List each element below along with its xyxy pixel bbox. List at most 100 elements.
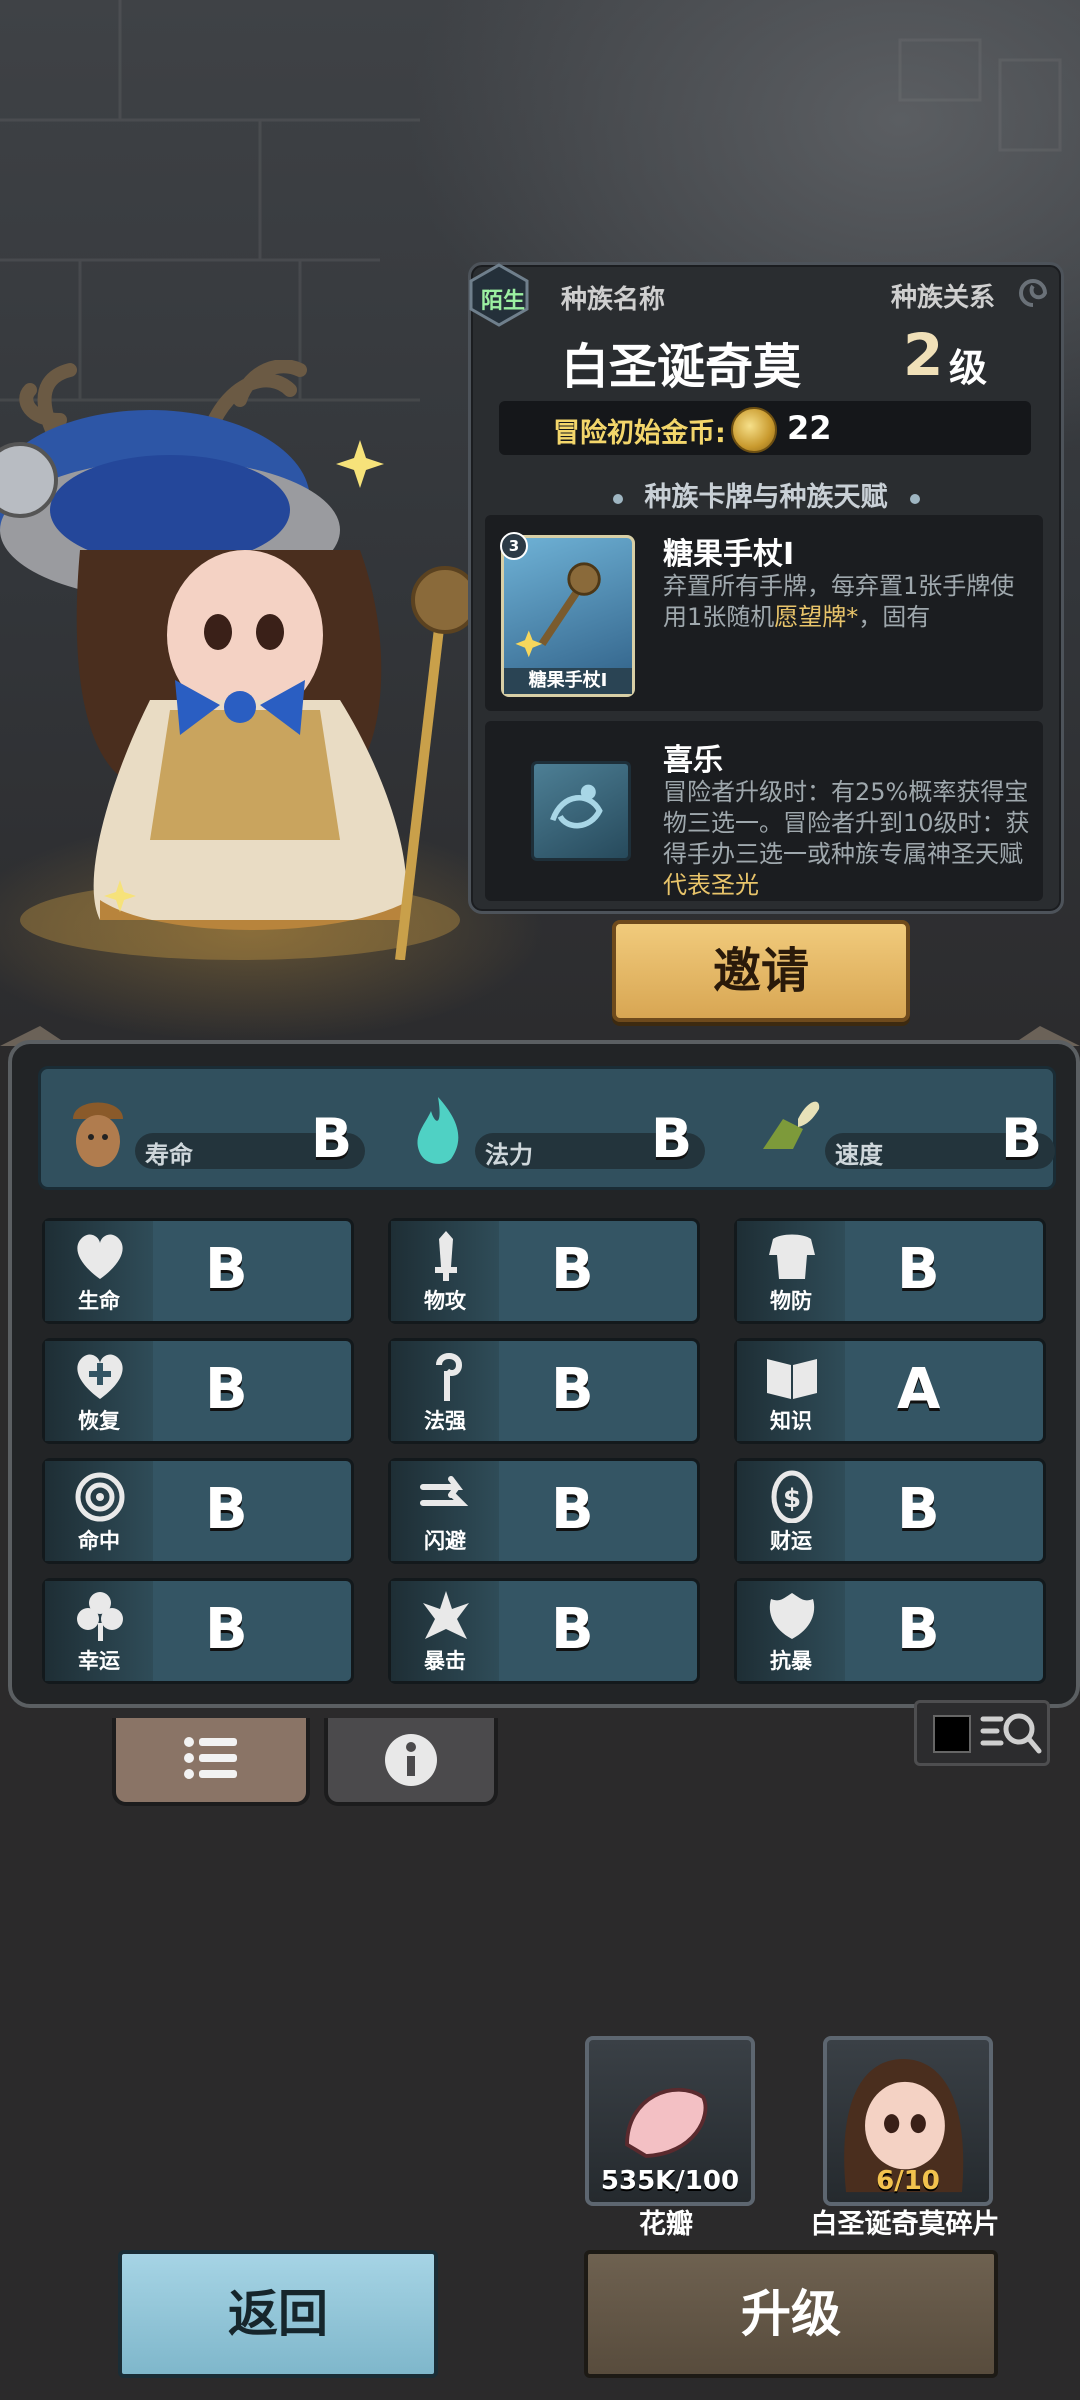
upgrade-button[interactable]: 升级 bbox=[584, 2250, 998, 2378]
stat-label: 法强 bbox=[424, 1409, 466, 1433]
race-info-panel: 陌生 种族名称 种族关系 白圣诞奇莫 2 级 冒险初始金币: 22 种族卡牌与种… bbox=[468, 262, 1064, 914]
tab-list[interactable] bbox=[112, 1718, 310, 1806]
stat-grade: B bbox=[551, 1357, 594, 1422]
stat-grade: B bbox=[205, 1477, 248, 1542]
stat-grade: B bbox=[897, 1597, 940, 1662]
stat-speed: 速度 B bbox=[753, 1089, 1073, 1170]
stat-grade: B bbox=[205, 1237, 248, 1302]
stat-grade: B bbox=[311, 1107, 353, 1170]
winged-boot-icon bbox=[763, 1101, 820, 1149]
crit-burst-icon bbox=[423, 1591, 469, 1639]
reward-name: 白圣诞奇莫碎片 bbox=[810, 2209, 1000, 2240]
dot-icon bbox=[909, 493, 920, 504]
blue-flame-icon bbox=[417, 1097, 459, 1164]
filter-toggle[interactable] bbox=[914, 1700, 1050, 1766]
stat-label: 速度 bbox=[835, 1141, 883, 1169]
stat-grade: B bbox=[651, 1107, 693, 1170]
reward-name: 花瓣 bbox=[639, 2209, 693, 2240]
stat-regen: 恢复 B bbox=[42, 1338, 354, 1444]
race-name-label: 种族名称 bbox=[561, 285, 666, 315]
stat-label: 知识 bbox=[770, 1409, 812, 1433]
armor-icon bbox=[769, 1234, 815, 1279]
coin-icon: $ bbox=[771, 1470, 813, 1523]
list-icon bbox=[184, 1737, 237, 1779]
stat-grade: B bbox=[897, 1237, 940, 1302]
stat-critical: 暴击 B bbox=[388, 1578, 700, 1684]
stat-label: 暴击 bbox=[424, 1649, 466, 1673]
sword-icon bbox=[435, 1231, 457, 1281]
race-relation-label[interactable]: 种族关系 bbox=[891, 277, 995, 314]
card-description: 弃置所有手牌，每弃置1张手牌使用1张随机愿望牌*，固有 bbox=[663, 572, 1015, 631]
stat-label: 抗暴 bbox=[770, 1649, 812, 1673]
race-level-number: 2 bbox=[903, 321, 944, 389]
stat-magic-power: 法强 B bbox=[388, 1338, 700, 1444]
stat-hp: 生命 B bbox=[42, 1218, 354, 1324]
reward-count: 6/10 bbox=[876, 2166, 940, 2196]
reward-petal[interactable]: 535K/100 bbox=[585, 2036, 755, 2206]
heart-plus-icon bbox=[77, 1354, 123, 1399]
section-title-text: 种族卡牌与种族天赋 bbox=[644, 482, 888, 513]
stat-label: 寿命 bbox=[145, 1141, 193, 1169]
stat-label: 物攻 bbox=[424, 1289, 466, 1313]
back-button[interactable]: 返回 bbox=[118, 2250, 438, 2378]
invite-button[interactable]: 邀请 bbox=[612, 920, 910, 1022]
section-title: 种族卡牌与种族天赋 bbox=[471, 475, 1061, 514]
info-icon bbox=[385, 1734, 437, 1786]
heart-icon bbox=[77, 1234, 123, 1279]
start-gold-value: 22 bbox=[787, 409, 832, 447]
stat-grade: B bbox=[205, 1597, 248, 1662]
card-cost-badge: 3 bbox=[500, 532, 528, 560]
stat-label: 物防 bbox=[770, 1289, 812, 1313]
stat-crit-resist: 抗暴 B bbox=[734, 1578, 1046, 1684]
stat-grade: B bbox=[897, 1477, 940, 1542]
stats-panel: 寿命 B 法力 B 速度 B 生命 B 物攻 B 物防 B 恢复 B 法强 B … bbox=[8, 1040, 1080, 1708]
swirl-icon bbox=[1019, 279, 1048, 307]
stat-dodge: 闪避 B bbox=[388, 1458, 700, 1564]
reward-shard[interactable]: 6/10 bbox=[823, 2036, 993, 2206]
stat-mana: 法力 B bbox=[403, 1089, 723, 1170]
candy-cane-card-thumbnail[interactable]: 3 糖果手杖I bbox=[500, 532, 635, 697]
stat-accuracy: 命中 B bbox=[42, 1458, 354, 1564]
staff-icon bbox=[436, 1353, 463, 1401]
relation-badge-text: 陌生 bbox=[480, 289, 525, 314]
stat-luck: 幸运 B bbox=[42, 1578, 354, 1684]
tab-info[interactable] bbox=[324, 1718, 498, 1806]
race-name: 白圣诞奇莫 bbox=[561, 339, 802, 395]
race-card-item[interactable]: 3 糖果手杖I 糖果手杖I 弃置所有手牌，每弃置1张手牌使用1张随机愿望牌*，固… bbox=[485, 515, 1043, 711]
race-talent-item[interactable]: 喜乐 冒险者升级时：有25%概率获得宝物三选一。冒险者升到10级时：获得手办三选… bbox=[485, 721, 1043, 901]
character-illustration bbox=[0, 360, 479, 960]
stat-grade: B bbox=[551, 1477, 594, 1542]
clover-icon bbox=[77, 1592, 123, 1641]
start-gold-label: 冒险初始金币: bbox=[553, 418, 726, 449]
card-thumbnail-caption: 糖果手杖I bbox=[504, 668, 632, 694]
stat-physical-defense: 物防 B bbox=[734, 1218, 1046, 1324]
stat-label: 幸运 bbox=[78, 1649, 120, 1673]
target-icon bbox=[75, 1472, 125, 1522]
stat-label: 法力 bbox=[485, 1141, 533, 1169]
stat-fortune: $ 财运 B bbox=[734, 1458, 1046, 1564]
race-level-unit: 级 bbox=[949, 346, 988, 390]
stat-label: 闪避 bbox=[424, 1529, 466, 1553]
list-search-icon bbox=[980, 1713, 1042, 1754]
acorn-creature-icon bbox=[73, 1102, 123, 1167]
stat-grade: B bbox=[551, 1597, 594, 1662]
start-gold-bar: 冒险初始金币: 22 bbox=[499, 401, 1031, 455]
card-name: 糖果手杖I bbox=[663, 537, 795, 572]
book-icon bbox=[767, 1359, 817, 1399]
gold-coin-icon bbox=[731, 407, 777, 453]
stat-grade: A bbox=[897, 1357, 941, 1422]
stat-grade: B bbox=[551, 1237, 594, 1302]
shield-shell-icon bbox=[769, 1593, 815, 1639]
svg-text:$: $ bbox=[783, 1484, 801, 1514]
stat-knowledge: 知识 A bbox=[734, 1338, 1046, 1444]
dot-icon bbox=[612, 493, 623, 504]
talent-description: 冒险者升级时：有25%概率获得宝物三选一。冒险者升到10级时：获得手办三选一或种… bbox=[663, 778, 1030, 899]
stat-label: 生命 bbox=[78, 1289, 120, 1313]
top-stats-bar: 寿命 B 法力 B 速度 B bbox=[38, 1066, 1056, 1190]
reward-count: 535K/100 bbox=[600, 2166, 740, 2196]
talent-name: 喜乐 bbox=[663, 743, 723, 778]
filter-checkbox[interactable] bbox=[933, 1715, 971, 1753]
stat-label: 恢复 bbox=[78, 1409, 120, 1433]
stat-label: 财运 bbox=[770, 1529, 812, 1553]
stat-grade: B bbox=[1001, 1107, 1043, 1170]
